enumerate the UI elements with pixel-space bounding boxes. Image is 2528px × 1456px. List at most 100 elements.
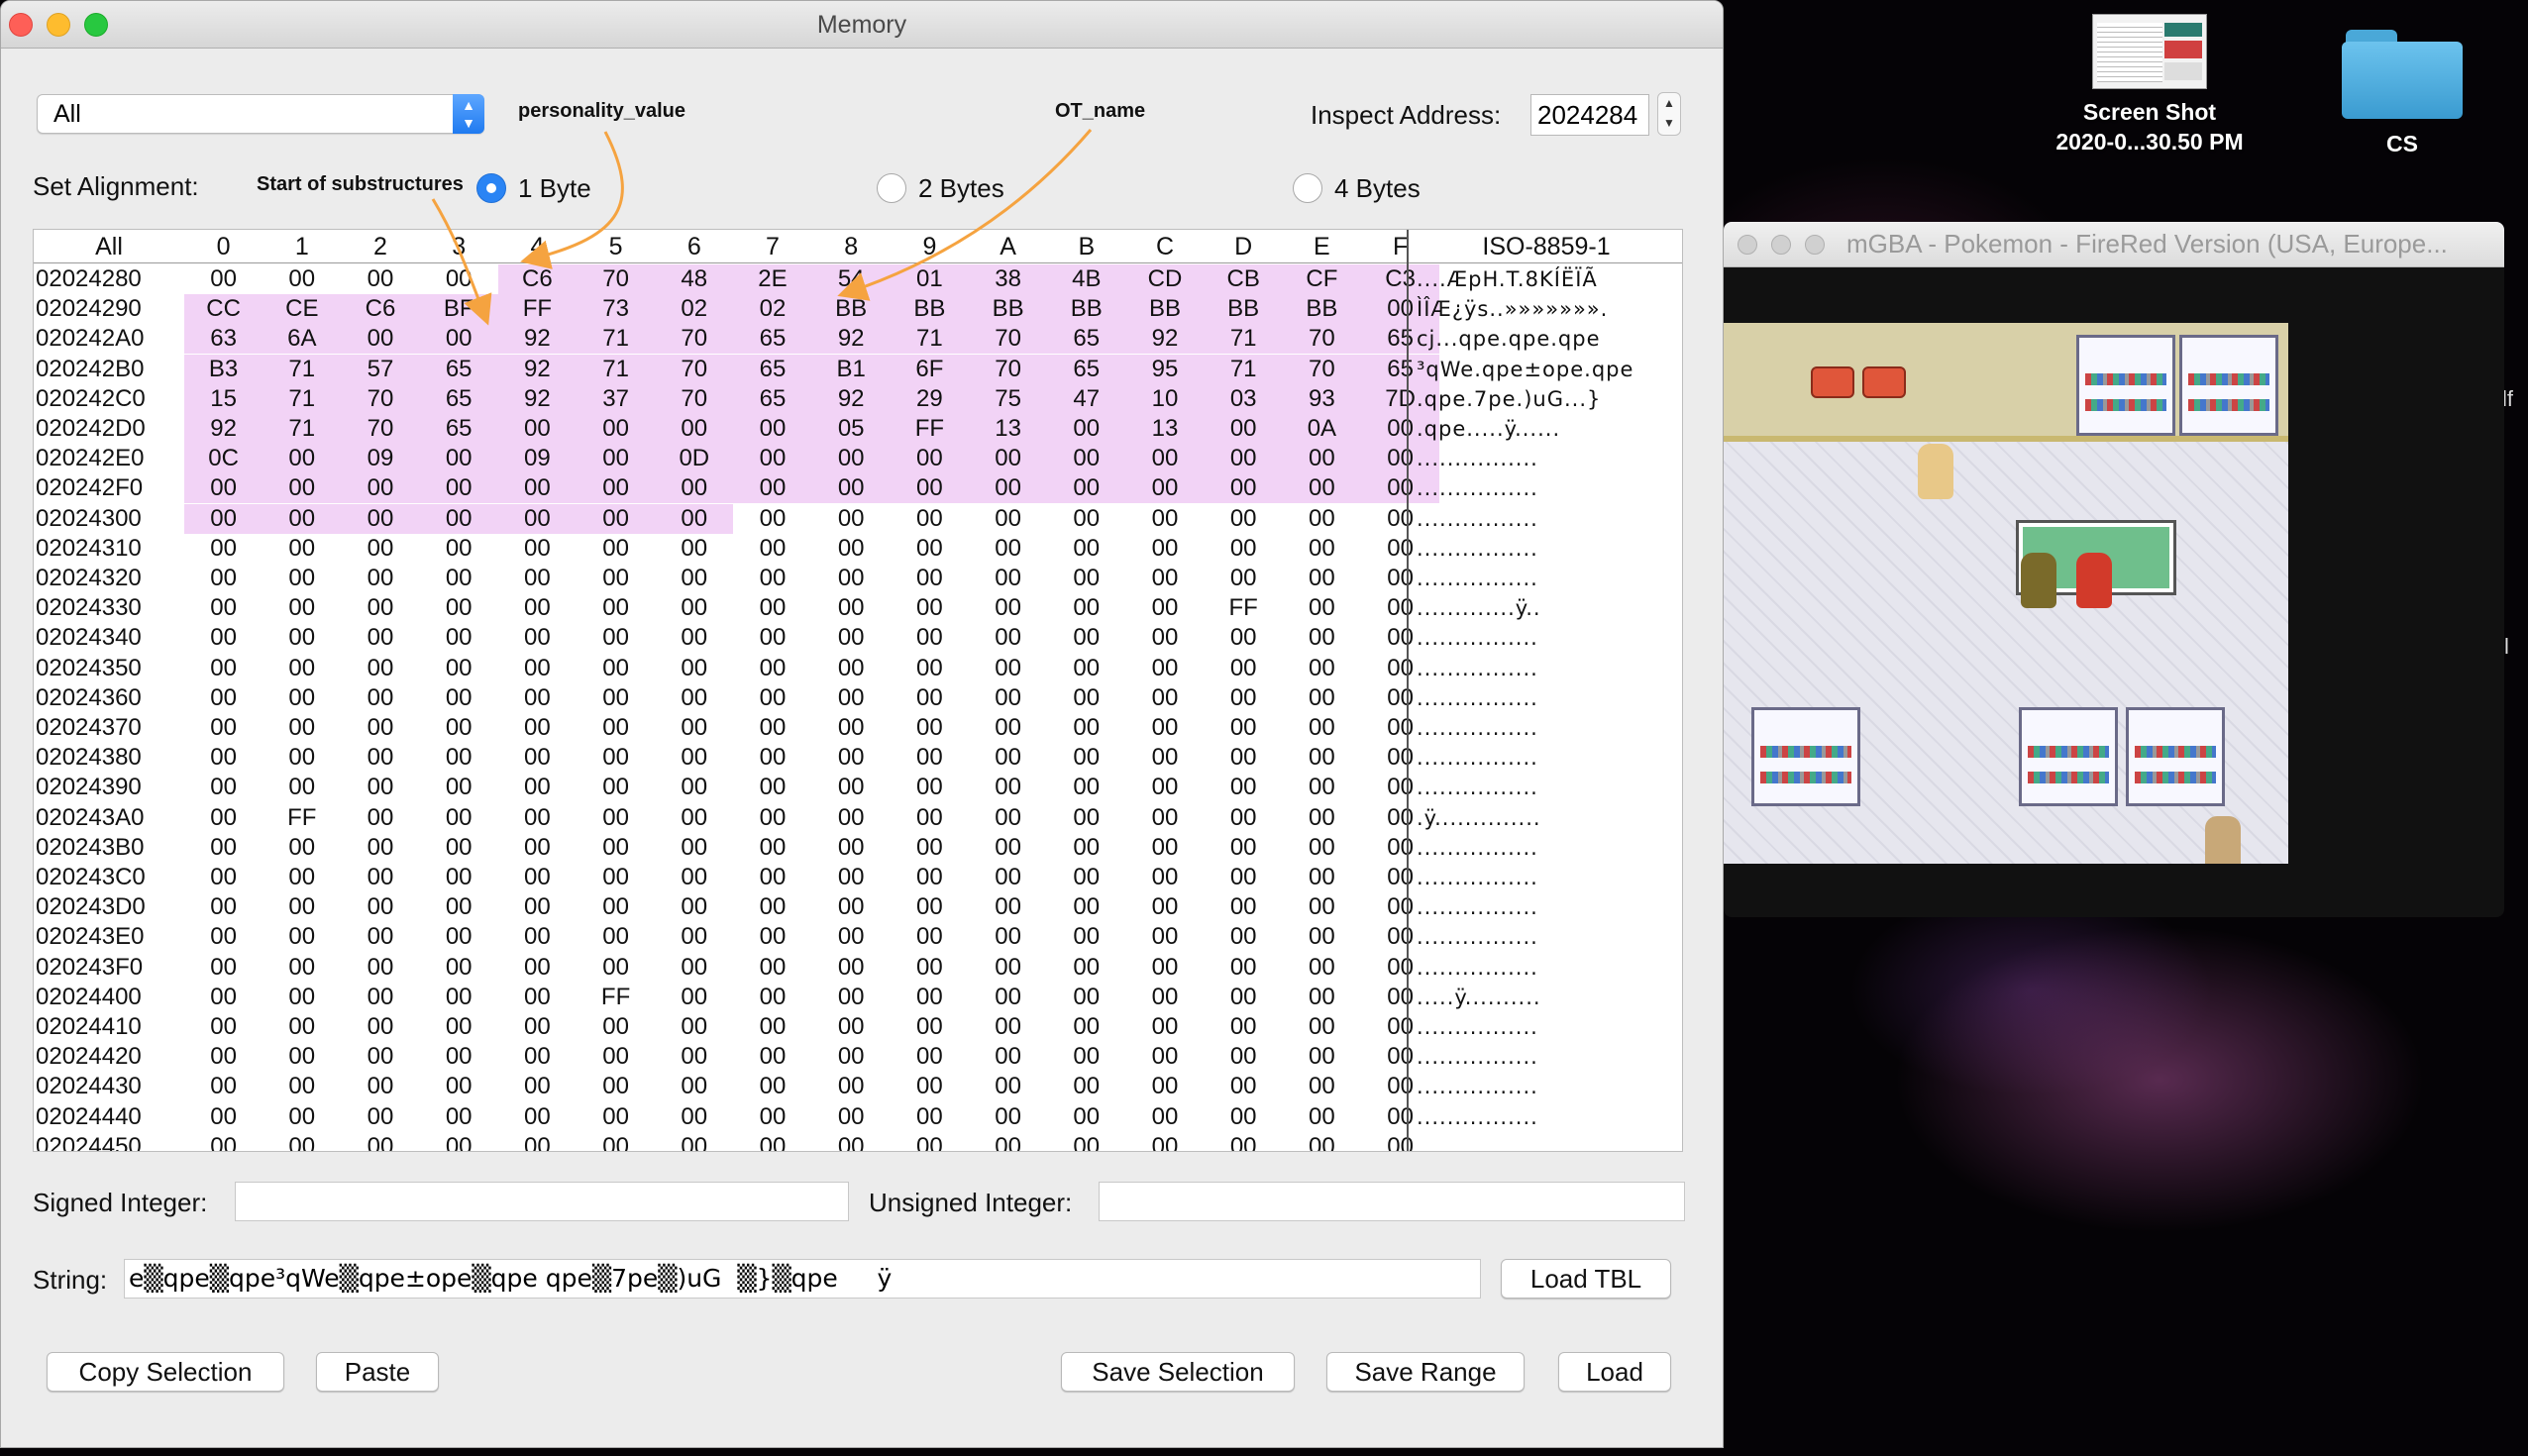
hex-byte-cell[interactable]: 00 — [497, 473, 577, 504]
hex-byte-cell[interactable]: 00 — [263, 473, 342, 504]
hex-byte-cell[interactable]: CB — [1204, 264, 1283, 294]
table-row[interactable]: 02024300 00 00 00 00 00 00 00 00 00 00 00 00 00 00 00 00… — [34, 503, 1682, 534]
load-tbl-button[interactable]: Load TBL — [1501, 1259, 1671, 1299]
hex-byte-cell[interactable]: 00 — [1205, 892, 1283, 922]
hex-byte-cell[interactable]: 6A — [263, 324, 342, 355]
hex-byte-cell[interactable]: 00 — [263, 564, 341, 593]
hex-byte-cell[interactable]: 00 — [263, 1072, 341, 1101]
table-row[interactable]: 02024320 00 00 00 00 00 00 00 00 00 00 00 00 00 00 00 00… — [34, 564, 1682, 593]
hex-byte-cell[interactable]: 0A — [1282, 414, 1361, 444]
hex-byte-cell[interactable]: 00 — [341, 654, 419, 683]
hex-byte-cell[interactable]: 00 — [969, 1102, 1047, 1132]
folder-icon[interactable]: CS — [2338, 30, 2467, 158]
hex-byte-cell[interactable]: 00 — [969, 564, 1047, 593]
hex-byte-cell[interactable]: 00 — [1205, 803, 1283, 833]
table-row[interactable]: 02024360 00 00 00 00 00 00 00 00 00 00 00 00 00 00 00 00… — [34, 683, 1682, 713]
hex-byte-cell[interactable]: B1 — [811, 354, 891, 384]
hex-byte-cell[interactable]: CF — [1282, 264, 1361, 294]
hex-byte-cell[interactable]: 00 — [498, 1072, 577, 1101]
hex-byte-cell[interactable]: 00 — [733, 473, 812, 504]
table-row[interactable]: 02024350 00 00 00 00 00 00 00 00 00 00 00 00 00 00 00 00… — [34, 654, 1682, 683]
hex-byte-cell[interactable]: 00 — [498, 743, 577, 773]
hex-byte-cell[interactable]: 00 — [812, 504, 891, 534]
hex-byte-cell[interactable]: 00 — [184, 564, 263, 593]
ascii-cell[interactable]: ÌÎÆ¿ÿs..»»»»»»». — [1409, 294, 1682, 324]
hex-byte-cell[interactable]: 00 — [341, 534, 419, 564]
table-row[interactable]: 020242F0 00 00 00 00 00 00 00 00 00 00 00 00 00 00 00 00… — [34, 473, 1682, 504]
hex-byte-cell[interactable]: 00 — [419, 503, 498, 534]
hex-byte-cell[interactable]: 00 — [1205, 953, 1283, 983]
hex-byte-cell[interactable]: 00 — [498, 593, 577, 623]
hex-byte-cell[interactable]: 00 — [498, 654, 577, 683]
hex-byte-cell[interactable]: 00 — [812, 1132, 891, 1151]
hex-byte-cell[interactable]: 00 — [1047, 743, 1125, 773]
hex-byte-cell[interactable]: 10 — [1125, 383, 1205, 414]
hex-byte-cell[interactable]: 00 — [341, 1042, 419, 1072]
hex-byte-cell[interactable]: 05 — [811, 414, 891, 444]
hex-byte-cell[interactable]: 00 — [1205, 713, 1283, 743]
hex-byte-cell[interactable]: 00 — [655, 863, 733, 892]
hex-byte-cell[interactable]: 00 — [419, 324, 498, 355]
hex-byte-cell[interactable]: 00 — [812, 833, 891, 863]
hex-byte-cell[interactable]: 00 — [655, 1102, 733, 1132]
hex-byte-cell[interactable]: 00 — [1283, 534, 1361, 564]
hex-byte-cell[interactable]: 00 — [577, 833, 655, 863]
hex-byte-cell[interactable]: FF — [890, 414, 969, 444]
hex-byte-cell[interactable]: 71 — [263, 383, 342, 414]
hex-byte-cell[interactable]: 00 — [184, 892, 263, 922]
hex-byte-cell[interactable]: 00 — [498, 1042, 577, 1072]
hex-byte-cell[interactable]: 00 — [1283, 803, 1361, 833]
hex-byte-cell[interactable]: 00 — [420, 953, 498, 983]
hex-byte-cell[interactable]: 00 — [263, 654, 341, 683]
hex-byte-cell[interactable]: 00 — [655, 922, 733, 952]
address-stepper[interactable]: ▲ ▼ — [1657, 92, 1681, 136]
table-row[interactable]: 020242B0 B3 71 57 65 92 71 70 65 B1 6F 70 65 95 71 70 65… — [34, 354, 1682, 384]
hex-byte-cell[interactable]: 00 — [263, 983, 341, 1012]
hex-byte-cell[interactable]: 00 — [733, 414, 812, 444]
hex-byte-cell[interactable]: 00 — [1282, 444, 1361, 474]
ascii-cell[interactable]: ................ — [1409, 504, 1682, 534]
hex-byte-cell[interactable]: 00 — [341, 1072, 419, 1101]
hex-byte-cell[interactable]: 00 — [812, 654, 891, 683]
hex-byte-cell[interactable]: 00 — [1205, 1042, 1283, 1072]
hex-byte-cell[interactable]: 00 — [733, 953, 811, 983]
hex-byte-cell[interactable]: 00 — [1047, 803, 1125, 833]
table-row[interactable]: 02024370 00 00 00 00 00 00 00 00 00 00 00 00 00 00 00 00… — [34, 713, 1682, 743]
table-row[interactable]: 020243A0 00 FF 00 00 00 00 00 00 00 00 00 00 00 00 00 00… — [34, 803, 1682, 833]
hex-byte-cell[interactable]: 00 — [969, 1042, 1047, 1072]
hex-byte-cell[interactable]: 00 — [1283, 773, 1361, 802]
hex-byte-cell[interactable]: 02 — [655, 294, 734, 325]
hex-byte-cell[interactable]: 00 — [1047, 1072, 1125, 1101]
memory-title-bar[interactable]: Memory — [1, 1, 1723, 49]
hex-byte-cell[interactable]: FF — [577, 983, 655, 1012]
ascii-cell[interactable]: ................ — [1409, 953, 1682, 983]
hex-byte-cell[interactable]: 00 — [420, 983, 498, 1012]
hex-byte-cell[interactable]: 00 — [969, 833, 1047, 863]
hex-byte-cell[interactable]: 00 — [891, 564, 969, 593]
hex-byte-cell[interactable]: 48 — [655, 264, 734, 294]
ascii-cell[interactable]: ................ — [1409, 713, 1682, 743]
hex-byte-cell[interactable]: 00 — [498, 773, 577, 802]
hex-byte-cell[interactable]: 13 — [969, 414, 1048, 444]
hex-byte-cell[interactable]: 00 — [891, 1072, 969, 1101]
hex-byte-cell[interactable]: 00 — [655, 414, 734, 444]
hex-byte-cell[interactable]: 00 — [420, 264, 498, 294]
hex-byte-cell[interactable]: BB — [811, 294, 891, 325]
table-row[interactable]: 02024280 00 00 00 00 C6 70 48 2E 54 01 38 4B CD CB CF C3… — [34, 264, 1682, 294]
hex-byte-cell[interactable]: 00 — [420, 534, 498, 564]
ascii-cell[interactable]: ................ — [1409, 683, 1682, 713]
hex-byte-cell[interactable]: 00 — [1125, 743, 1204, 773]
hex-byte-cell[interactable]: 54 — [811, 264, 891, 294]
ascii-cell[interactable]: .qpe.....ÿ...... — [1409, 414, 1682, 444]
hex-byte-cell[interactable]: 00 — [733, 892, 811, 922]
hex-byte-cell[interactable]: 00 — [812, 1042, 891, 1072]
hex-byte-cell[interactable]: 00 — [263, 1132, 341, 1151]
hex-byte-cell[interactable]: 00 — [1125, 473, 1205, 504]
string-field[interactable]: e▒qpe▒qpe³qWe▒qpe±ope▒qpe qpe▒7pe▒)uG ▒}… — [124, 1259, 1481, 1299]
hex-byte-cell[interactable]: 00 — [420, 833, 498, 863]
close-button[interactable] — [9, 13, 33, 37]
hex-byte-cell[interactable]: 00 — [1283, 953, 1361, 983]
hex-byte-cell[interactable]: 00 — [1047, 713, 1125, 743]
hex-byte-cell[interactable]: 00 — [655, 1042, 733, 1072]
ascii-cell[interactable]: ................ — [1409, 534, 1682, 564]
